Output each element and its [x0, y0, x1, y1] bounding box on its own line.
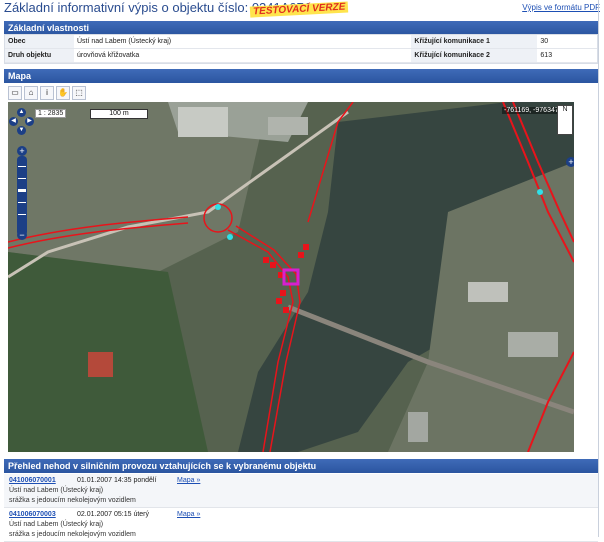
- property-label: Křižující komunikace 1: [411, 35, 538, 49]
- property-value: 30: [537, 35, 597, 49]
- accident-datetime: 02.01.2007 05:15 úterý: [77, 511, 150, 518]
- pan-hand-icon[interactable]: ✋: [56, 86, 70, 100]
- map-navigation-control: ▲ ◀ ▶ ▼ + −: [8, 108, 34, 240]
- properties-table: Obec Ústí nad Labem (Ústecký kraj) Křižu…: [5, 35, 597, 63]
- accident-map-link[interactable]: Mapa »: [177, 511, 200, 518]
- property-label: Obec: [5, 35, 74, 49]
- property-value: úrovňová křižovatka: [74, 48, 412, 63]
- accident-id-link[interactable]: 041006070003: [9, 511, 56, 518]
- zoom-tick: [18, 178, 26, 179]
- zoom-slider-knob[interactable]: [17, 188, 27, 193]
- accidents-section-header: Přehled nehod v silničním provozu vztahu…: [4, 459, 598, 473]
- north-arrow-icon: N: [557, 105, 573, 135]
- expand-panel-icon[interactable]: +: [566, 157, 574, 167]
- home-icon[interactable]: ⌂: [24, 86, 38, 100]
- accident-place: Ústí nad Labem (Ústecký kraj): [9, 521, 104, 528]
- pan-up-icon[interactable]: ▲: [17, 108, 26, 117]
- accident-id-link[interactable]: 041006070001: [9, 477, 56, 484]
- accident-map-link[interactable]: Mapa »: [177, 477, 200, 484]
- accident-place: Ústí nad Labem (Ústecký kraj): [9, 487, 104, 494]
- zoom-in-icon[interactable]: +: [17, 146, 27, 156]
- properties-panel: Obec Ústí nad Labem (Ústecký kraj) Křižu…: [4, 34, 598, 64]
- map-toolbar: ▭ ⌂ i ✋ ⬚: [8, 86, 86, 100]
- map-coordinates: -761169, -976347: [502, 107, 561, 114]
- accident-list-item: 041006070001 01.01.2007 14:35 pondělí Ús…: [4, 474, 598, 508]
- property-label: Křižující komunikace 2: [411, 48, 538, 63]
- measure-icon[interactable]: ▭: [8, 86, 22, 100]
- zoom-tick: [18, 202, 26, 203]
- properties-section-header: Základní vlastnosti: [4, 21, 598, 35]
- property-value: 613: [537, 48, 597, 63]
- map-view[interactable]: 1 : 2835 100 m -761169, -976347 N ▲ ◀ ▶ …: [8, 102, 574, 452]
- north-label: N: [562, 106, 568, 113]
- pdf-export-link[interactable]: Výpis ve formátu PDF: [522, 3, 600, 12]
- zoom-tick: [18, 166, 26, 167]
- select-icon[interactable]: ⬚: [72, 86, 86, 100]
- aerial-map-image: [8, 102, 574, 452]
- map-scale-ratio: 1 : 2835: [35, 109, 67, 118]
- property-value: Ústí nad Labem (Ústecký kraj): [74, 35, 412, 49]
- page-header: Základní informativní výpis o objektu čí…: [0, 0, 604, 18]
- pan-left-icon[interactable]: ◀: [9, 117, 18, 126]
- right-border: [598, 0, 599, 537]
- map-section-header: Mapa: [4, 69, 598, 83]
- accident-description: srážka s jedoucím nekolejovým vozidlem: [9, 497, 136, 504]
- zoom-tick: [18, 214, 26, 215]
- accident-datetime: 01.01.2007 14:35 pondělí: [77, 477, 157, 484]
- zoom-out-icon[interactable]: −: [17, 230, 27, 240]
- zoom-slider[interactable]: [17, 156, 27, 236]
- accidents-list: 041006070001 01.01.2007 14:35 pondělí Ús…: [4, 474, 598, 542]
- map-scale-bar: 100 m: [90, 109, 148, 119]
- info-icon[interactable]: i: [40, 86, 54, 100]
- pan-right-icon[interactable]: ▶: [25, 117, 34, 126]
- pan-down-icon[interactable]: ▼: [17, 126, 26, 135]
- properties-row: Druh objektu úrovňová křižovatka Křižují…: [5, 48, 597, 63]
- property-label: Druh objektu: [5, 48, 74, 63]
- properties-row: Obec Ústí nad Labem (Ústecký kraj) Křižu…: [5, 35, 597, 49]
